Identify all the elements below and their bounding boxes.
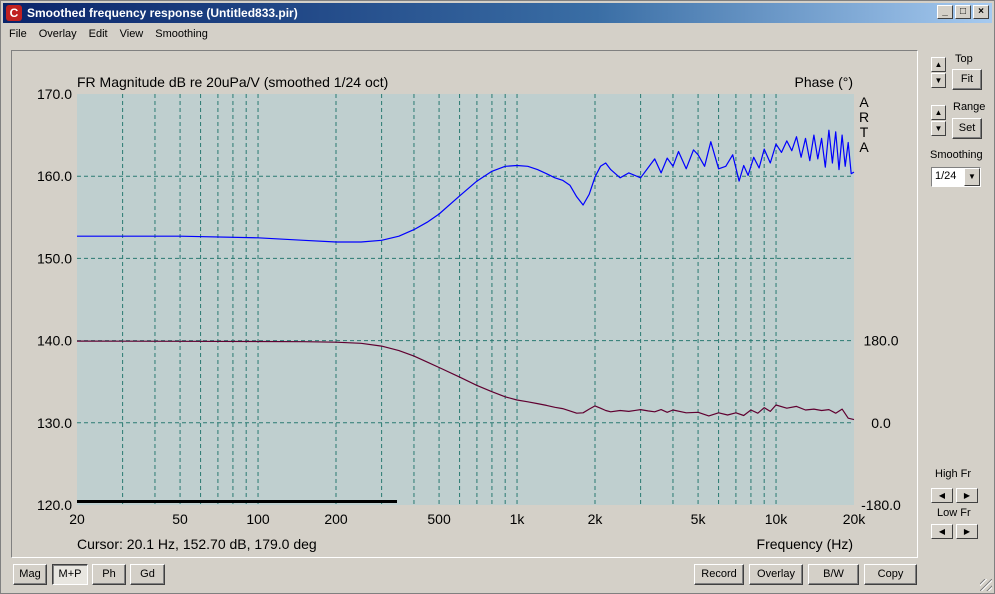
x-tick-label: 1k bbox=[510, 511, 526, 527]
x-tick-label: 10k bbox=[765, 511, 789, 527]
overlay-button[interactable]: Overlay bbox=[749, 564, 803, 585]
watermark-letter-a: A bbox=[859, 94, 869, 110]
menu-file[interactable]: File bbox=[3, 28, 33, 40]
phase-axis-title: Phase (°) bbox=[794, 74, 853, 90]
y-tick-label: 150.0 bbox=[37, 250, 72, 266]
y2-tick-label: 180.0 bbox=[863, 333, 898, 349]
mag-button[interactable]: Mag bbox=[13, 564, 47, 585]
group-delay-button[interactable]: Gd bbox=[130, 564, 165, 585]
y-tick-labels: 170.0 160.0 150.0 140.0 130.0 120.0 bbox=[37, 86, 72, 513]
smoothing-select[interactable]: 1/24 ▼ bbox=[931, 167, 981, 187]
low-fr-left-arrow[interactable]: ◀ bbox=[931, 524, 953, 539]
y2-tick-label: -180.0 bbox=[861, 497, 901, 513]
top-label: Top bbox=[955, 53, 973, 65]
plot-area bbox=[77, 94, 854, 505]
menu-edit[interactable]: Edit bbox=[83, 28, 114, 40]
high-fr-right-arrow[interactable]: ▶ bbox=[956, 488, 978, 503]
high-fr-label: High Fr bbox=[935, 468, 972, 480]
cursor-range-bar bbox=[77, 500, 397, 503]
x-tick-labels: 20 50 100 200 500 1k 2k 5k 10k 20k bbox=[69, 511, 866, 527]
top-up-arrow[interactable]: ▲ bbox=[931, 57, 946, 72]
title-bar[interactable]: C Smoothed frequency response (Untitled8… bbox=[3, 3, 992, 23]
menu-smoothing[interactable]: Smoothing bbox=[149, 28, 214, 40]
smoothing-label: Smoothing bbox=[930, 149, 983, 161]
y-tick-label: 170.0 bbox=[37, 86, 72, 102]
y2-tick-labels: 180.0 0.0 -180.0 bbox=[861, 333, 901, 513]
record-button[interactable]: Record bbox=[694, 564, 744, 585]
minimize-button[interactable]: _ bbox=[937, 5, 953, 19]
range-down-arrow[interactable]: ▼ bbox=[931, 121, 946, 136]
maximize-button[interactable]: □ bbox=[955, 5, 971, 19]
chart-title: FR Magnitude dB re 20uPa/V (smoothed 1/2… bbox=[77, 74, 388, 90]
app-icon: C bbox=[6, 5, 22, 21]
menu-view[interactable]: View bbox=[114, 28, 150, 40]
x-tick-label: 5k bbox=[691, 511, 707, 527]
y-tick-label: 120.0 bbox=[37, 497, 72, 513]
close-button[interactable]: × bbox=[973, 5, 989, 19]
set-button[interactable]: Set bbox=[952, 118, 982, 139]
fit-button[interactable]: Fit bbox=[952, 69, 982, 90]
mag-phase-button[interactable]: M+P bbox=[52, 564, 88, 585]
frequency-response-chart[interactable]: 20 50 100 200 500 1k 2k 5k 10k 20k 170.0 160.0 150.… bbox=[12, 51, 917, 557]
copy-button[interactable]: Copy bbox=[864, 564, 917, 585]
watermark-letter-t: T bbox=[860, 124, 869, 140]
low-fr-right-arrow[interactable]: ▶ bbox=[956, 524, 978, 539]
bw-button[interactable]: B/W bbox=[808, 564, 859, 585]
window-title: Smoothed frequency response (Untitled833… bbox=[27, 6, 298, 20]
chart-panel: 20 50 100 200 500 1k 2k 5k 10k 20k 170.0 160.0 150.… bbox=[11, 50, 918, 558]
watermark-letter-r: R bbox=[859, 109, 869, 125]
y-tick-label: 140.0 bbox=[37, 333, 72, 349]
watermark-letter-a2: A bbox=[859, 139, 869, 155]
x-tick-label: 100 bbox=[246, 511, 270, 527]
resize-grip[interactable] bbox=[980, 579, 992, 591]
x-tick-label: 50 bbox=[172, 511, 188, 527]
x-tick-label: 20 bbox=[69, 511, 85, 527]
app-window: C Smoothed frequency response (Untitled8… bbox=[0, 0, 995, 594]
x-tick-label: 20k bbox=[843, 511, 867, 527]
range-up-arrow[interactable]: ▲ bbox=[931, 105, 946, 120]
x-tick-label: 500 bbox=[427, 511, 451, 527]
smoothing-value: 1/24 bbox=[935, 170, 957, 182]
low-fr-label: Low Fr bbox=[937, 507, 971, 519]
x-tick-label: 200 bbox=[324, 511, 348, 527]
y2-tick-label: 0.0 bbox=[871, 415, 891, 431]
menu-bar: File Overlay Edit View Smoothing bbox=[3, 25, 214, 43]
x-axis-label: Frequency (Hz) bbox=[757, 536, 853, 552]
x-tick-label: 2k bbox=[588, 511, 604, 527]
y-tick-label: 160.0 bbox=[37, 168, 72, 184]
cursor-readout: Cursor: 20.1 Hz, 152.70 dB, 179.0 deg bbox=[77, 536, 317, 552]
chevron-down-icon[interactable]: ▼ bbox=[964, 168, 980, 186]
range-label: Range bbox=[953, 101, 986, 113]
phase-button[interactable]: Ph bbox=[92, 564, 126, 585]
menu-overlay[interactable]: Overlay bbox=[33, 28, 83, 40]
high-fr-left-arrow[interactable]: ◀ bbox=[931, 488, 953, 503]
y-tick-label: 130.0 bbox=[37, 415, 72, 431]
top-down-arrow[interactable]: ▼ bbox=[931, 73, 946, 88]
